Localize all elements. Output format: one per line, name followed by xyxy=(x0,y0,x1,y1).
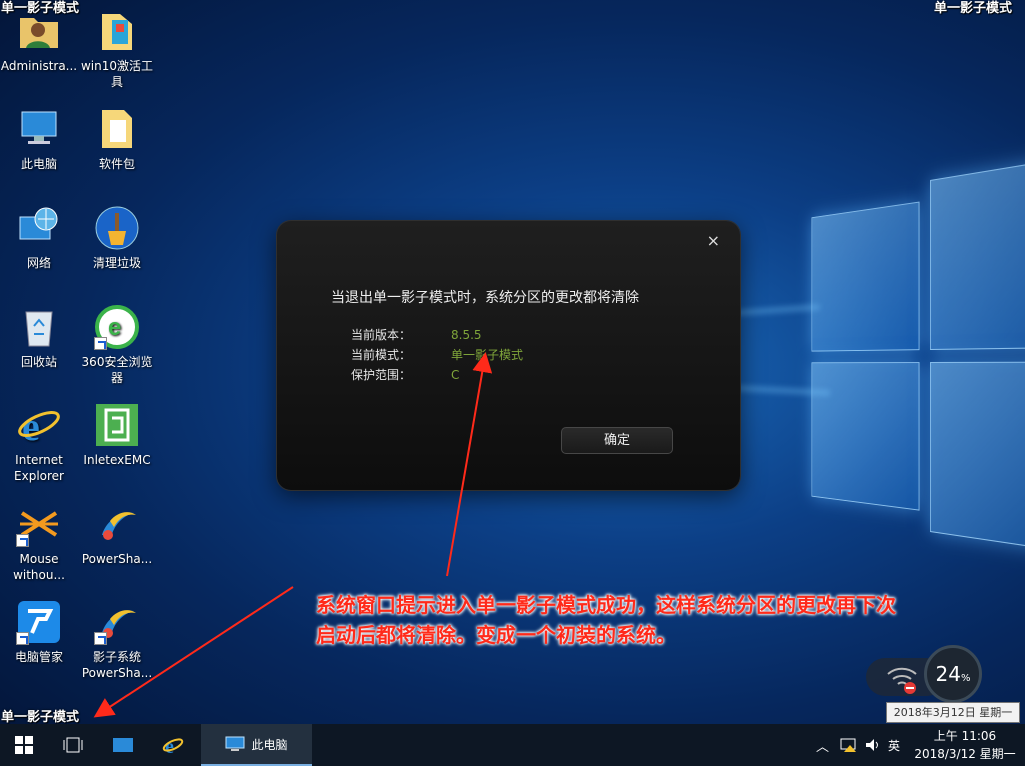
date-tooltip: 2018年3月12日 星期一 xyxy=(886,702,1020,723)
taskbar: e 此电脑 ︿ 英 xyxy=(0,724,1025,766)
tray-ime[interactable]: 英 xyxy=(888,724,900,766)
volume-icon xyxy=(866,739,878,751)
usage-unit: % xyxy=(960,673,971,684)
wifi-off-icon xyxy=(887,667,917,694)
chevron-up-icon: ︿ xyxy=(816,739,830,755)
arrow-to-label xyxy=(93,586,294,718)
annotation-text: 系统窗口提示进入单一影子模式成功，这样系统分区的更改再下次 启动后都将清除。变成… xyxy=(316,590,1021,650)
clock-date: 2018/3/12 星期一 xyxy=(914,747,1016,761)
annotation-line: 启动后都将清除。变成一个初装的系统。 xyxy=(316,623,676,647)
annotation-arrows xyxy=(93,352,493,718)
taskbar-window-this-pc[interactable]: 此电脑 xyxy=(201,724,312,766)
tray-network[interactable] xyxy=(840,724,858,766)
task-view-button[interactable] xyxy=(50,724,96,766)
windows-start-icon xyxy=(15,736,33,754)
task-view-icon xyxy=(63,737,83,753)
usage-percent: 24 xyxy=(935,662,961,686)
computer-icon xyxy=(225,736,245,751)
tray-overflow-button[interactable]: ︿ xyxy=(816,724,829,766)
annotation-line: 系统窗口提示进入单一影子模式成功，这样系统分区的更改再下次 xyxy=(316,593,896,617)
taskbar-app-ie[interactable]: e xyxy=(150,724,196,766)
taskbar-clock[interactable]: 上午 11:06 2018/3/12 星期一 xyxy=(906,724,1024,766)
desktop-app-icon xyxy=(113,738,133,752)
network-speed-widget[interactable]: 24% xyxy=(866,645,986,703)
network-warning-icon xyxy=(840,738,856,752)
taskbar-window-label: 此电脑 xyxy=(251,737,288,752)
start-button[interactable] xyxy=(0,724,48,766)
ie-icon: e xyxy=(162,736,184,756)
taskbar-app-desktop[interactable] xyxy=(100,724,146,766)
memory-usage-circle: 24% xyxy=(924,645,982,703)
arrow-to-mode xyxy=(446,352,493,577)
clock-time: 上午 11:06 xyxy=(933,729,997,743)
svg-text:e: e xyxy=(165,736,174,756)
tray-volume[interactable] xyxy=(864,724,880,766)
